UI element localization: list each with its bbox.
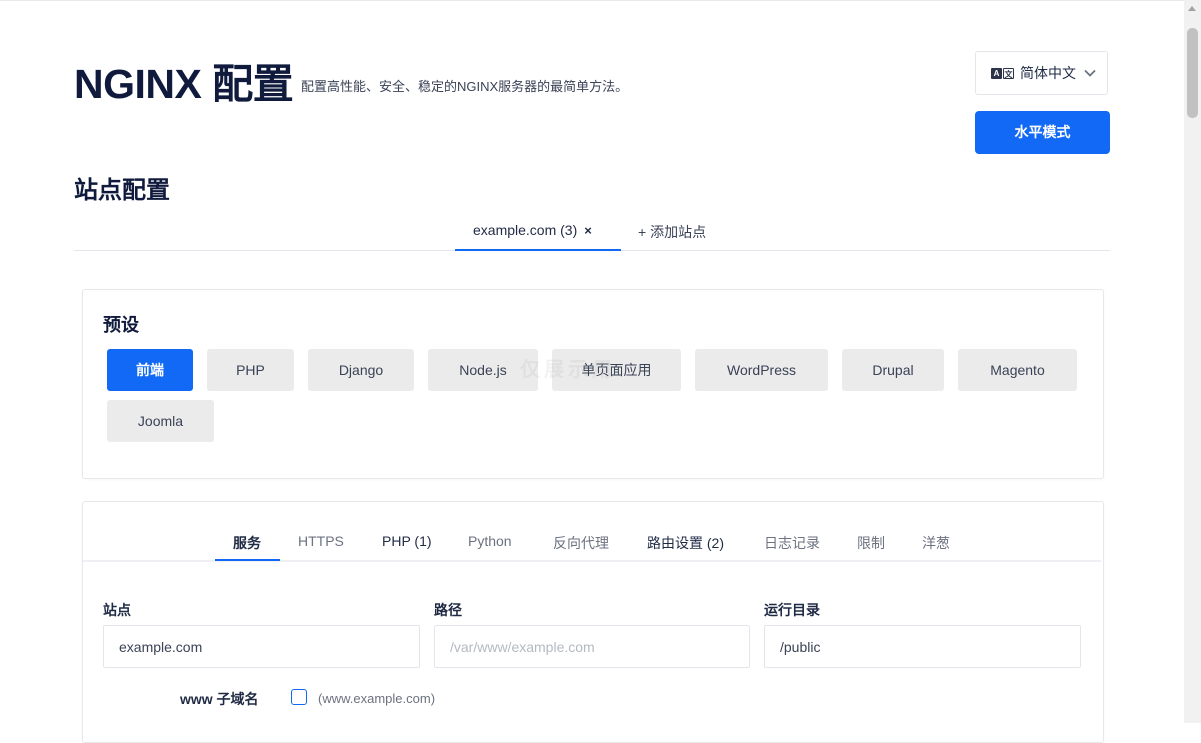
page-subtitle: 配置高性能、安全、稳定的NGINX服务器的最简单方法。 [301,79,629,94]
preset-django-button[interactable]: Django [308,349,414,391]
document-root-input[interactable] [764,625,1081,668]
site-input[interactable] [103,625,420,668]
site-tab-label: example.com (3) [473,222,578,238]
preset-magento-button[interactable]: Magento [958,349,1077,391]
page-title: NGINX 配置 [74,61,294,107]
language-select[interactable]: A文 简体中文 [975,51,1108,95]
tab-restrict[interactable]: 限制 [857,533,885,553]
tab-onion[interactable]: 洋葱 [922,533,950,553]
www-subdomain-note: (www.example.com) [318,691,436,706]
tab-reverse-proxy[interactable]: 反向代理 [553,533,609,553]
language-label: 简体中文 [1020,65,1076,81]
site-tab-example-com[interactable]: example.com (3) × [473,222,592,238]
scroll-up-arrow-icon[interactable] [1188,6,1196,11]
add-site-button[interactable]: + 添加站点 [638,222,706,242]
tab-php[interactable]: PHP (1) [382,533,432,549]
tab-logging[interactable]: 日志记录 [764,533,820,553]
preset-nodejs-button[interactable]: Node.js [428,349,538,391]
chevron-down-icon [1084,69,1096,77]
site-config-title: 站点配置 [74,177,170,204]
www-subdomain-checkbox[interactable] [291,689,307,705]
tab-python[interactable]: Python [468,533,512,549]
www-subdomain-label: www 子域名 [180,691,259,707]
path-input[interactable] [434,625,750,668]
tab-https[interactable]: HTTPS [298,533,344,549]
config-tab-active-indicator [215,559,280,561]
site-field-label: 站点 [103,602,131,618]
scrollbar-thumb[interactable] [1187,28,1198,118]
window-top-border [0,0,1201,1]
preset-drupal-button[interactable]: Drupal [842,349,944,391]
preset-frontend-button[interactable]: 前端 [107,349,193,391]
preset-php-button[interactable]: PHP [207,349,294,391]
close-icon[interactable]: × [584,223,592,238]
tab-server[interactable]: 服务 [233,533,261,553]
path-field-label: 路径 [434,602,462,618]
document-root-field-label: 运行目录 [764,602,820,618]
translate-icon: A文 [991,67,1014,79]
preset-joomla-button[interactable]: Joomla [107,400,214,442]
site-tab-active-indicator [455,249,621,251]
horizontal-mode-button[interactable]: 水平模式 [975,111,1110,154]
preset-title: 预设 [103,315,139,335]
preset-wordpress-button[interactable]: WordPress [695,349,828,391]
tab-routing[interactable]: 路由设置 (2) [647,533,724,553]
preset-spa-button[interactable]: 单页面应用 [552,349,681,391]
